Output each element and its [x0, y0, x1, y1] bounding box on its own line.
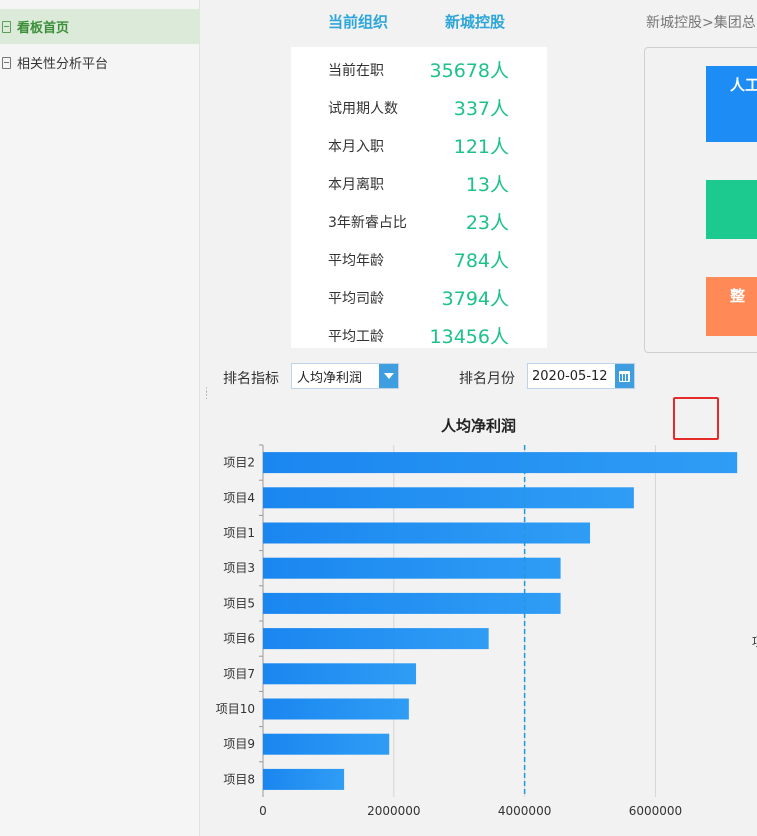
sidebar-item-correlation-analysis[interactable]: 相关性分析平台	[0, 45, 200, 80]
offscreen-chart-label: 项	[752, 633, 757, 650]
document-icon	[2, 20, 11, 33]
stat-row: 平均年龄 784人	[291, 240, 547, 278]
chart-canvas: 项目2 项目4 项目1 项目3 项目5 项目6 项目7 项目10 项目9 项目8 0 2000000 4…	[216, 444, 738, 818]
y-tick-label: 项目4	[223, 491, 255, 505]
y-tick-label: 项目2	[223, 456, 255, 470]
chart-title: 人均净利润	[440, 417, 516, 435]
stat-value: 13人	[465, 174, 509, 196]
ranking-month-input[interactable]: 2020-05-12	[527, 363, 635, 389]
stat-label: 本月入职	[328, 139, 384, 155]
chart-bar	[263, 522, 591, 544]
stat-row: 本月入职 121人	[291, 126, 547, 164]
chart-bar	[263, 663, 417, 685]
sidebar-item-dashboard[interactable]: 看板首页	[0, 9, 200, 44]
chart-bar	[263, 768, 345, 790]
x-tick-label: 4000000	[498, 804, 551, 818]
stat-label: 本月离职	[328, 177, 384, 193]
breadcrumb[interactable]: 新城控股>集团总	[646, 12, 756, 32]
y-tick-label: 项目5	[223, 596, 255, 610]
ranking-indicator-select[interactable]: 人均净利润	[291, 363, 399, 389]
ranking-indicator-value: 人均净利润	[297, 370, 363, 386]
summary-panel: 人工 整	[644, 47, 757, 353]
chart-bar	[263, 557, 561, 579]
chart-bar	[263, 628, 489, 650]
summary-tile-green[interactable]	[706, 180, 757, 239]
stat-label: 平均年龄	[328, 253, 384, 269]
stat-value: 23人	[465, 212, 509, 234]
summary-tile-blue[interactable]: 人工	[706, 66, 757, 142]
stat-label: 3年新睿占比	[328, 215, 407, 231]
calendar-icon[interactable]	[615, 364, 634, 388]
stat-value: 121人	[453, 136, 509, 158]
stat-value: 784人	[453, 250, 509, 272]
summary-tile-label: 整	[730, 287, 746, 305]
stat-row: 平均司龄 3794人	[291, 278, 547, 316]
chart-bar	[263, 487, 634, 509]
stat-label: 试用期人数	[328, 101, 398, 117]
y-tick-label: 项目10	[216, 702, 255, 716]
stat-value: 3794人	[441, 288, 509, 310]
chart-bar	[263, 733, 390, 755]
stat-row: 3年新睿占比 23人	[291, 202, 547, 240]
stat-row: 试用期人数 337人	[291, 88, 547, 126]
chart-bar	[263, 452, 738, 474]
document-icon	[2, 56, 11, 69]
ranking-month-label: 排名月份	[459, 371, 515, 387]
dropdown-arrow-icon[interactable]	[379, 364, 398, 388]
splitter-handle-icon[interactable]: ⋮ ⋮	[202, 388, 211, 404]
stat-label: 平均工龄	[328, 329, 384, 345]
stat-label: 平均司龄	[328, 291, 384, 307]
y-tick-label: 项目6	[223, 632, 255, 646]
current-org-value[interactable]: 新城控股	[445, 11, 505, 32]
ranking-indicator-label: 排名指标	[223, 371, 279, 387]
y-tick-label: 项目9	[223, 737, 255, 751]
y-tick-label: 项目8	[223, 772, 255, 786]
sidebar-item-label: 看板首页	[17, 21, 70, 36]
sidebar: 看板首页 相关性分析平台	[0, 0, 200, 836]
x-tick-label: 2000000	[367, 804, 420, 818]
stats-card: 当前在职 35678人 试用期人数 337人 本月入职 121人 本月离职 13…	[291, 47, 547, 348]
y-tick-label: 项目1	[223, 526, 255, 540]
current-org-label: 当前组织	[328, 13, 389, 31]
chart-bar	[263, 592, 561, 614]
stat-value: 337人	[453, 98, 509, 120]
stat-value: 35678人	[429, 60, 509, 82]
net-profit-chart: 人均净利润 项目2 项目4 项目1 项目3 项目5 项目6 项目7 项目10 项目9 项目8 0 20…	[200, 405, 757, 836]
y-tick-label: 项目3	[223, 561, 255, 575]
stat-row: 平均工龄 13456人	[291, 316, 547, 354]
chart-bar	[263, 698, 409, 720]
summary-tile-label: 人工	[730, 76, 757, 94]
stat-value: 13456人	[429, 326, 509, 348]
x-tick-label: 6000000	[629, 804, 682, 818]
stat-row: 本月离职 13人	[291, 164, 547, 202]
summary-tile-orange[interactable]: 整	[706, 277, 757, 336]
y-tick-label: 项目7	[223, 667, 255, 681]
stat-label: 当前在职	[328, 63, 384, 79]
ranking-month-value: 2020-05-12	[532, 368, 608, 384]
x-tick-label: 0	[259, 804, 267, 818]
sidebar-item-label: 相关性分析平台	[17, 57, 109, 72]
stat-row: 当前在职 35678人	[291, 50, 547, 88]
